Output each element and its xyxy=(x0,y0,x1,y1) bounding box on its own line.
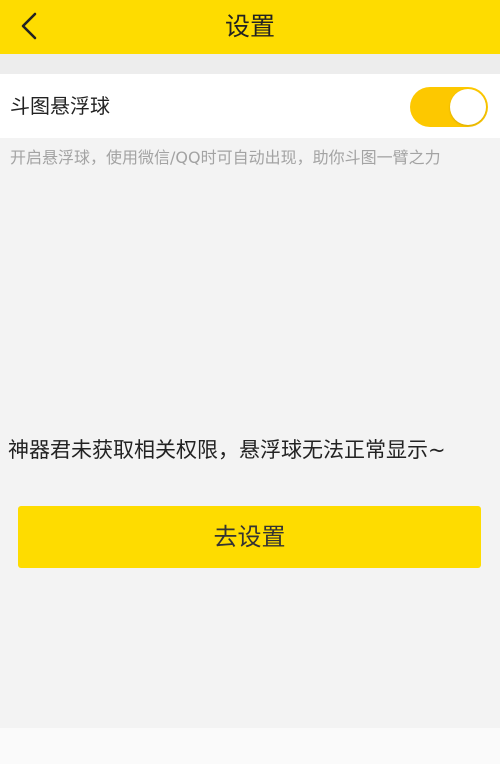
floating-ball-label: 斗图悬浮球 xyxy=(10,94,110,118)
app-header: 设置 xyxy=(0,0,500,54)
permission-message: 神器君未获取相关权限，悬浮球无法正常显示~ xyxy=(8,438,446,462)
toggle-knob xyxy=(450,89,486,125)
page-title: 设置 xyxy=(224,12,275,41)
floating-ball-setting-row: 斗图悬浮球 xyxy=(0,74,500,138)
go-settings-button[interactable]: 去设置 xyxy=(18,506,481,568)
floating-ball-description: 开启悬浮球，使用微信/QQ时可自动出现，助你斗图一臂之力 xyxy=(10,148,441,167)
section-divider xyxy=(0,54,500,74)
bottom-area xyxy=(0,728,500,764)
floating-ball-toggle[interactable] xyxy=(410,87,488,127)
